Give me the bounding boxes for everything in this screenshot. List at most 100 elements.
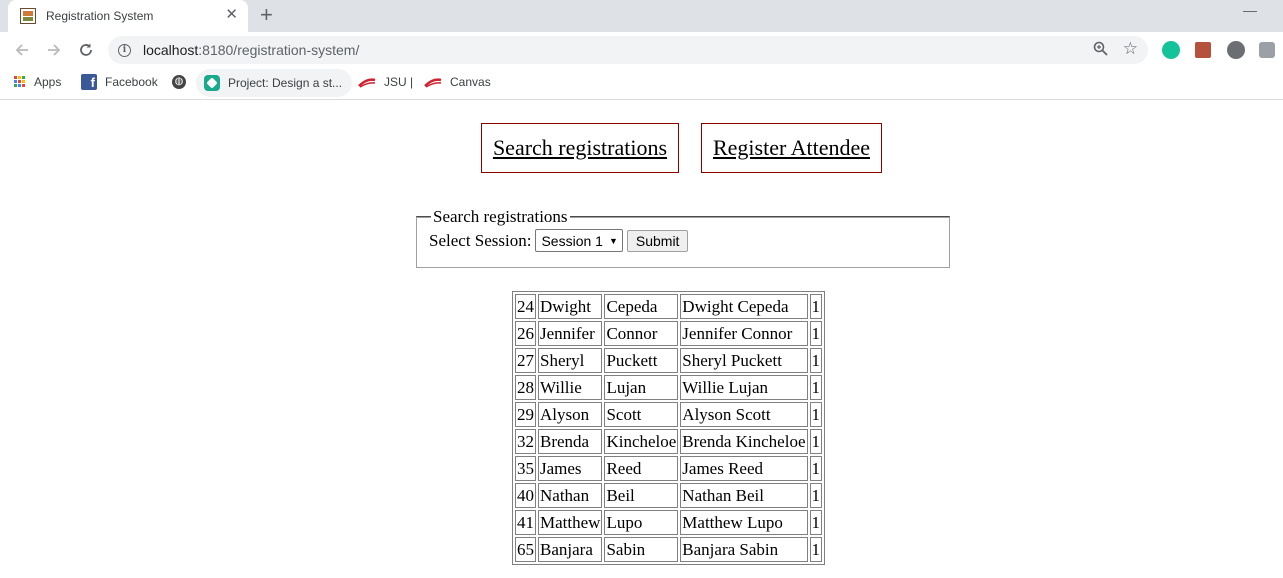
table-row: 40 Nathan Beil Nathan Beil 1 (515, 483, 822, 508)
cell-first-name: Willie (538, 375, 603, 400)
cell-session: 1 (809, 375, 822, 400)
cell-last-name: Cepeda (604, 294, 679, 319)
back-arrow-icon[interactable] (10, 38, 34, 62)
apps-grid-icon (14, 76, 26, 88)
cell-last-name: Scott (604, 402, 679, 427)
bookmark-label: Apps (34, 75, 62, 89)
close-tab-icon[interactable]: ✕ (225, 7, 238, 23)
cell-id: 41 (515, 510, 536, 535)
pdf-extension-icon[interactable] (1195, 42, 1211, 58)
cell-session: 1 (809, 537, 822, 562)
cell-session: 1 (809, 294, 822, 319)
zoom-icon[interactable] (1093, 41, 1108, 60)
tab-registration-system[interactable]: Registration System ✕ (8, 0, 248, 32)
cell-session: 1 (809, 510, 822, 535)
table-row: 32 Brenda Kincheloe Brenda Kincheloe 1 (515, 429, 822, 454)
session-select-value: Session 1 (541, 232, 603, 249)
cell-session: 1 (809, 483, 822, 508)
page-content: Search registrations Register Attendee S… (0, 100, 1283, 578)
registrations-table: 24 Dwight Cepeda Dwight Cepeda 1 26 Jennifer Co… (512, 291, 825, 565)
forward-arrow-icon[interactable] (42, 38, 66, 62)
cell-id: 28 (515, 375, 536, 400)
canvas-icon (424, 77, 442, 88)
cell-id: 35 (515, 456, 536, 481)
cell-id: 27 (515, 348, 536, 373)
bookmark-facebook[interactable]: f Facebook (81, 68, 158, 96)
bookmark-jsu[interactable]: JSU | (358, 68, 413, 96)
table-row: 35 James Reed James Reed 1 (515, 456, 822, 481)
table-row: 24 Dwight Cepeda Dwight Cepeda 1 (515, 294, 822, 319)
cell-id: 24 (515, 294, 536, 319)
cell-last-name: Connor (604, 321, 679, 346)
bookmark-canvas[interactable]: Canvas (424, 68, 491, 96)
session-select[interactable]: Session 1 ▼ (535, 229, 623, 252)
bookmark-label: JSU | (384, 75, 414, 89)
table-row: 27 Sheryl Puckett Sheryl Puckett 1 (515, 348, 822, 373)
new-tab-icon[interactable]: + (260, 3, 273, 27)
bookmark-globe[interactable]: ◍ (172, 68, 186, 96)
bookmark-star-icon[interactable]: ☆ (1123, 39, 1138, 59)
project-icon (204, 75, 220, 91)
cell-last-name: Lujan (604, 375, 679, 400)
cell-session: 1 (809, 321, 822, 346)
cell-id: 40 (515, 483, 536, 508)
cell-first-name: Dwight (538, 294, 603, 319)
cell-first-name: Sheryl (538, 348, 603, 373)
jsu-icon (358, 77, 376, 88)
globe-icon: ◍ (172, 75, 186, 89)
cell-last-name: Beil (604, 483, 679, 508)
cell-id: 26 (515, 321, 536, 346)
tab-title: Registration System (46, 9, 154, 23)
cell-full-name: Jennifer Connor (680, 321, 808, 346)
cell-full-name: Brenda Kincheloe (680, 429, 808, 454)
bookmarks-bar: Apps f Facebook ◍ Project: Design a st..… (0, 68, 1283, 100)
submit-button[interactable]: Submit (626, 229, 689, 252)
cell-full-name: Alyson Scott (680, 402, 808, 427)
table-row: 41 Matthew Lupo Matthew Lupo 1 (515, 510, 822, 535)
dropdown-arrow-icon: ▼ (608, 235, 618, 246)
select-session-label: Select Session: (429, 230, 532, 250)
cell-session: 1 (809, 348, 822, 373)
cell-last-name: Lupo (604, 510, 679, 535)
minimize-window-icon[interactable]: — (1243, 2, 1257, 18)
search-registrations-form: Search registrations Select Session: Ses… (416, 207, 950, 268)
extension-icon[interactable] (1227, 41, 1245, 59)
table-row: 65 Banjara Sabin Banjara Sabin 1 (515, 537, 822, 562)
cell-id: 32 (515, 429, 536, 454)
cell-first-name: Matthew (538, 510, 603, 535)
tab-strip: Registration System ✕ + — (0, 0, 1283, 32)
session-row: Select Session: Session 1 ▼ Submit (429, 229, 937, 252)
cell-full-name: Sheryl Puckett (680, 348, 808, 373)
url-text: localhost:8180/registration-system/ (143, 42, 359, 58)
cell-full-name: Willie Lujan (680, 375, 808, 400)
bookmark-project[interactable]: Project: Design a st... (196, 69, 353, 97)
bookmark-label: Canvas (450, 75, 491, 89)
url-path: :8180/registration-system/ (198, 42, 360, 58)
reload-icon[interactable] (74, 38, 98, 62)
site-info-icon[interactable]: i (118, 43, 131, 57)
table-row: 28 Willie Lujan Willie Lujan 1 (515, 375, 822, 400)
cube-extension-icon[interactable] (1259, 42, 1275, 58)
table-row: 26 Jennifer Connor Jennifer Connor 1 (515, 321, 822, 346)
cell-full-name: Banjara Sabin (680, 537, 808, 562)
cell-first-name: Banjara (538, 537, 603, 562)
cell-id: 65 (515, 537, 536, 562)
address-bar[interactable]: i localhost:8180/registration-system/ ☆ (108, 36, 1148, 64)
url-host: localhost (143, 42, 199, 58)
cell-full-name: James Reed (680, 456, 808, 481)
cell-first-name: Jennifer (538, 321, 603, 346)
cell-full-name: Matthew Lupo (680, 510, 808, 535)
bookmark-label: Project: Design a st... (228, 76, 343, 90)
cell-full-name: Dwight Cepeda (680, 294, 808, 319)
search-registrations-link[interactable]: Search registrations (481, 123, 679, 173)
site-favicon-icon (20, 8, 36, 24)
grammarly-extension-icon[interactable] (1162, 41, 1180, 59)
register-attendee-link[interactable]: Register Attendee (701, 123, 882, 173)
form-legend: Search registrations (433, 207, 568, 226)
cell-first-name: Nathan (538, 483, 603, 508)
cell-full-name: Nathan Beil (680, 483, 808, 508)
cell-last-name: Reed (604, 456, 679, 481)
cell-session: 1 (809, 429, 822, 454)
facebook-icon: f (81, 74, 97, 90)
bookmark-apps[interactable]: Apps (14, 68, 61, 96)
